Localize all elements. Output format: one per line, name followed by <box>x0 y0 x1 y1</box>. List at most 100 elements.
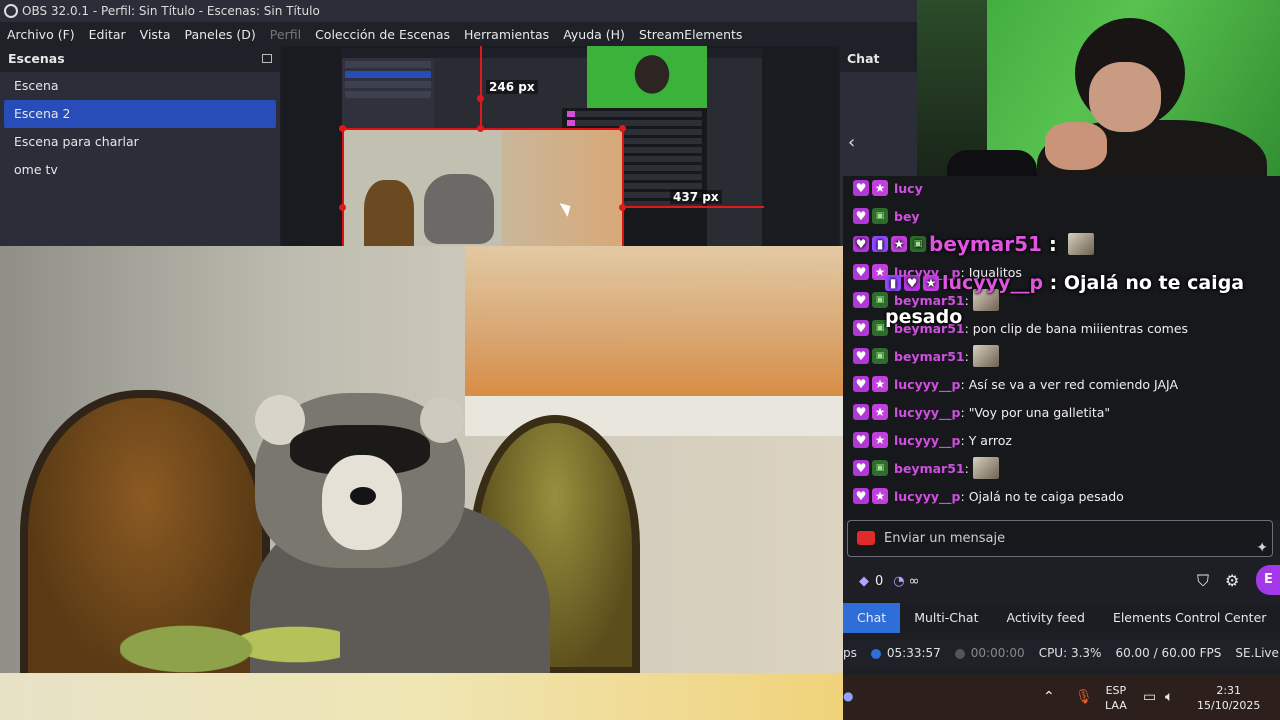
video-source-raccoon <box>0 246 843 720</box>
live-time: 05:33:57 <box>886 646 941 660</box>
star-badge-icon: ★ <box>891 236 907 252</box>
clock-date: 15/10/2025 <box>1197 699 1261 712</box>
language-indicator[interactable]: ESP LAA <box>1105 683 1127 713</box>
scene-item-escena-2[interactable]: Escena 2 <box>4 100 276 128</box>
chat-message: ♥ ★ lucy <box>853 175 923 201</box>
scenes-dock-header: Escenas <box>0 46 280 72</box>
heart-badge-icon: ♥ <box>904 275 920 291</box>
heart-badge-icon: ♥ <box>853 264 869 280</box>
subscriber-badge-icon: ▣ <box>872 208 888 224</box>
se-live-label: SE.Live 25 <box>1235 646 1280 660</box>
star-badge-icon: ★ <box>923 275 939 291</box>
chat-message: ♥ ▣ bey <box>853 203 920 229</box>
heart-badge-icon: ♥ <box>853 488 869 504</box>
preview-canvas[interactable]: 246 px 437 px <box>282 46 838 246</box>
cpu-usage: CPU: 3.3% <box>1038 646 1102 660</box>
obs-chat-title: Chat <box>840 46 917 72</box>
heart-badge-icon: ♥ <box>853 236 869 252</box>
menu-bar: Archivo (F) Editar Vista Paneles (D) Per… <box>0 22 917 46</box>
emote-image <box>1067 233 1094 255</box>
heart-badge-icon: ♥ <box>853 208 869 224</box>
tab-chat[interactable]: Chat <box>843 603 901 633</box>
status-fps-prefix: ps <box>843 646 857 660</box>
gear-icon[interactable]: ⚙ <box>1225 571 1239 590</box>
star-badge-icon: ★ <box>872 376 888 392</box>
video-camera-icon <box>857 531 875 545</box>
scene-item-escena[interactable]: Escena <box>4 72 276 100</box>
star-badge-icon: ★ <box>872 180 888 196</box>
chat-message: ♥ ★ lucyyy__p: Así se va a ver red comie… <box>853 371 1178 397</box>
alert-user-1: beymar51 <box>929 232 1042 256</box>
heart-badge-icon: ♥ <box>853 460 869 476</box>
heart-badge-icon: ♥ <box>853 432 869 448</box>
transform-handle[interactable] <box>477 95 484 102</box>
record-indicator-icon <box>954 648 965 659</box>
emote-image <box>972 345 999 367</box>
subscriber-badge-icon: ▣ <box>910 236 926 252</box>
timer-value: ∞ <box>908 573 920 589</box>
scene-item-ome-tv[interactable]: ome tv <box>4 156 276 184</box>
heart-badge-icon: ♥ <box>853 376 869 392</box>
system-clock[interactable]: 2:31 15/10/2025 <box>1197 683 1260 713</box>
transform-handle[interactable] <box>477 125 484 132</box>
channel-points-value: 0 <box>875 573 884 589</box>
alert-user-2: lucyyy__p <box>942 272 1044 294</box>
transform-guide-vertical <box>480 46 482 128</box>
tab-activity-feed[interactable]: Activity feed <box>993 603 1099 633</box>
menu-perfil[interactable]: Perfil <box>263 27 308 42</box>
menu-archivo[interactable]: Archivo (F) <box>0 27 82 42</box>
alert-message-continued: pesado <box>885 306 963 328</box>
streamelements-tabs: Chat Multi-Chat Activity feed Elements C… <box>843 603 1280 633</box>
menu-streamelements[interactable]: StreamElements <box>632 27 750 42</box>
window-titlebar: OBS 32.0.1 - Perfil: Sin Título - Escena… <box>0 0 917 22</box>
subscriber-badge-icon: ▣ <box>872 348 888 364</box>
fps-readout: 60.00 / 60.00 FPS <box>1115 646 1222 660</box>
menu-ayuda[interactable]: Ayuda (H) <box>556 27 632 42</box>
chat-message: ♥ ★ lucyyy__p: Y arroz <box>853 427 1012 453</box>
heart-badge-icon: ♥ <box>853 292 869 308</box>
transform-handle[interactable] <box>619 204 626 211</box>
shield-icon[interactable]: ⛉ <box>1197 571 1209 591</box>
chat-message-input[interactable]: Enviar un mensaje ✦ <box>847 520 1273 557</box>
star-badge-icon: ★ <box>872 404 888 420</box>
transform-handle[interactable] <box>619 125 626 132</box>
channel-points-icon[interactable]: ◆ <box>859 574 869 589</box>
tab-multi-chat[interactable]: Multi-Chat <box>900 603 992 633</box>
chat-message: ♥ ▣ beymar51: <box>853 455 999 481</box>
scene-item-escena-para-charlar[interactable]: Escena para charlar <box>4 128 276 156</box>
chat-message: ♥ ★ lucyyy__p: "Voy por una galletita" <box>853 399 1110 425</box>
twitch-badge-icon: ▮ <box>885 275 901 291</box>
transform-handle[interactable] <box>339 125 346 132</box>
undock-icon[interactable] <box>262 54 272 63</box>
table <box>0 673 843 720</box>
scenes-dock: Escenas Escena Escena 2 Escena para char… <box>0 46 280 246</box>
heart-badge-icon: ♥ <box>853 320 869 336</box>
menu-paneles[interactable]: Paneles (D) <box>178 27 263 42</box>
curtain <box>465 246 843 396</box>
network-icon[interactable]: ▭ <box>1143 689 1156 705</box>
tab-elements-control-center[interactable]: Elements Control Center <box>1099 603 1280 633</box>
grapes <box>120 595 340 685</box>
speaker-icon[interactable]: 🔈︎ <box>1165 689 1173 705</box>
emote-picker-icon[interactable]: ✦ <box>1256 531 1268 566</box>
window-title: OBS 32.0.1 - Perfil: Sin Título - Escena… <box>22 4 320 18</box>
chevron-up-icon[interactable]: ⌃ <box>1043 689 1055 705</box>
chat-send-button[interactable]: E <box>1256 565 1280 595</box>
chat-footer: ◆ 0 ◔ ∞ ⛉ ⚙ E <box>847 563 1280 599</box>
preview-video-source[interactable] <box>342 128 624 246</box>
chat-input-placeholder: Enviar un mensaje <box>884 531 1006 546</box>
chevron-left-icon[interactable]: ‹ <box>848 132 855 153</box>
menu-coleccion-escenas[interactable]: Colección de Escenas <box>308 27 457 42</box>
microphone-icon[interactable]: 🎙︎ <box>1075 689 1093 705</box>
menu-herramientas[interactable]: Herramientas <box>457 27 556 42</box>
transform-handle[interactable] <box>339 204 346 211</box>
chat-message: ♥ ▣ beymar51: <box>853 343 999 369</box>
menu-editar[interactable]: Editar <box>82 27 133 42</box>
width-measure-label: 437 px <box>670 190 722 204</box>
menu-vista[interactable]: Vista <box>133 27 178 42</box>
star-badge-icon: ★ <box>872 488 888 504</box>
height-measure-label: 246 px <box>486 80 538 94</box>
obs-status-bar: ps 05:33:57 00:00:00 CPU: 3.3% 60.00 / 6… <box>843 640 1280 666</box>
discord-icon[interactable]: ● <box>843 689 853 703</box>
transform-guide-horizontal <box>624 206 764 208</box>
